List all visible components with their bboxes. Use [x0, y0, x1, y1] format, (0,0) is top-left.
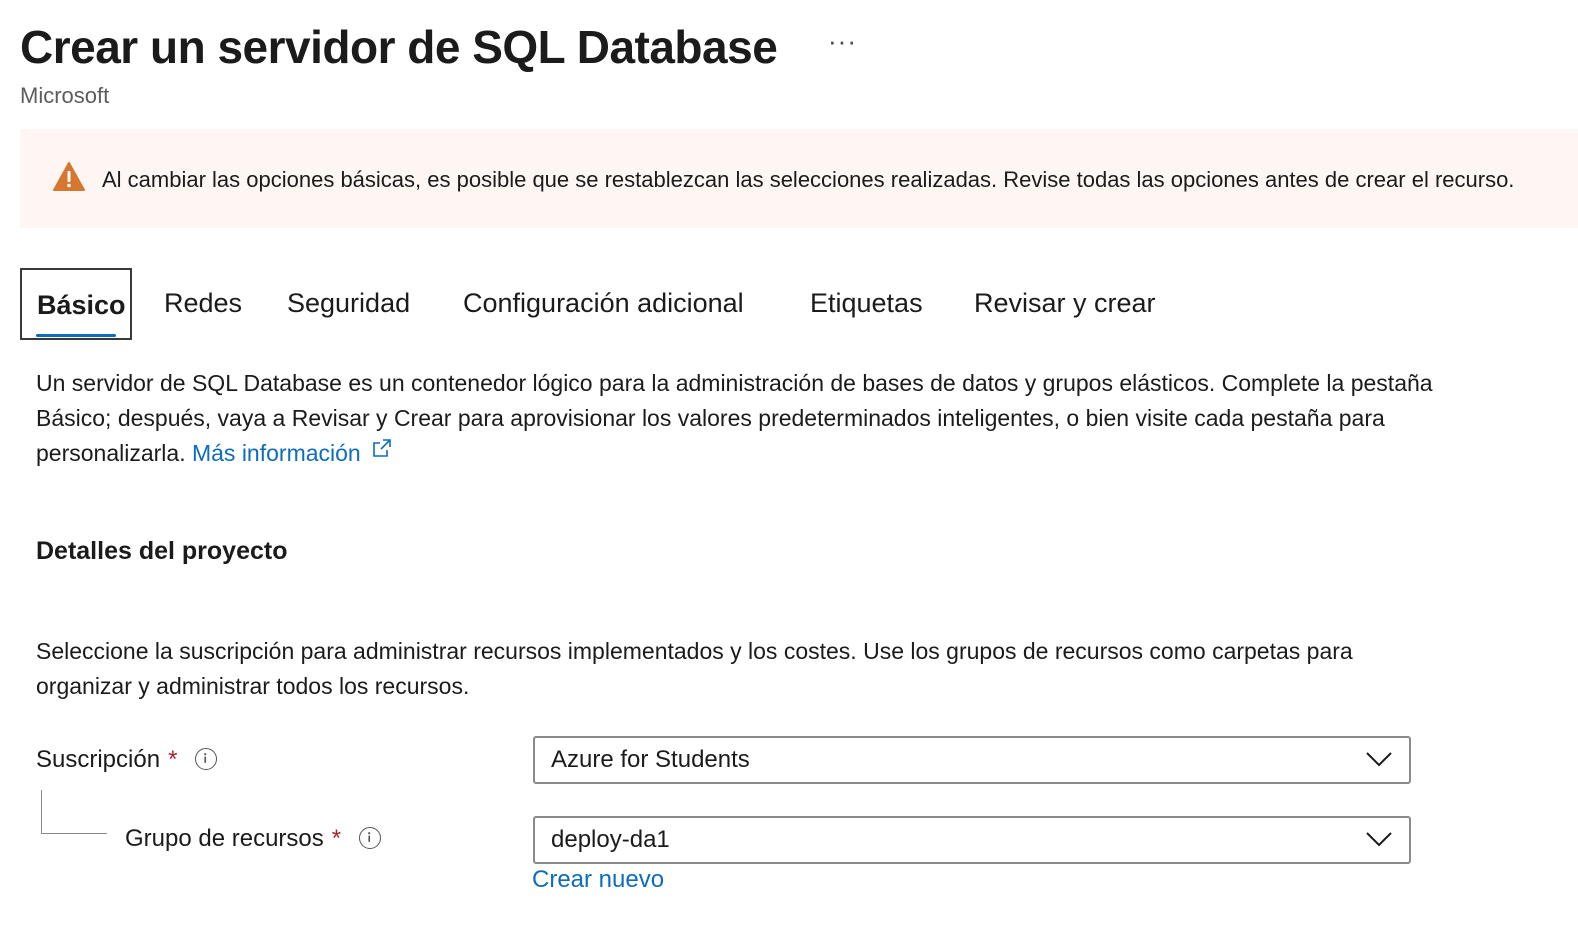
tab-etiquetas[interactable]: Etiquetas: [795, 268, 945, 340]
more-info-link[interactable]: Más información: [192, 439, 393, 466]
warning-icon: [52, 161, 86, 192]
resource-group-select-value: deploy-da1: [551, 826, 670, 853]
tab-configuracion-adicional[interactable]: Configuración adicional: [448, 268, 778, 340]
section-description: Seleccione la suscripción para administr…: [36, 638, 1353, 699]
more-info-link-label[interactable]: Más información: [192, 440, 361, 466]
page-title: Crear un servidor de SQL Database: [20, 21, 778, 73]
more-options-button[interactable]: ···: [828, 26, 857, 57]
resource-group-select[interactable]: deploy-da1: [533, 816, 1411, 864]
tab-redes[interactable]: Redes: [150, 268, 250, 340]
chevron-down-icon: [1365, 830, 1393, 848]
subscription-label-row: Suscripción *: [36, 746, 218, 774]
subscription-label: Suscripción: [36, 746, 161, 773]
resource-group-label: Grupo de recursos: [125, 825, 324, 852]
subscription-select[interactable]: Azure for Students: [533, 736, 1411, 784]
tab-basico[interactable]: Básico: [20, 268, 132, 340]
tab-revisar-y-crear[interactable]: Revisar y crear: [959, 268, 1169, 340]
warning-banner: Al cambiar las opciones básicas, es posi…: [20, 129, 1578, 228]
external-link-icon: [371, 434, 393, 469]
create-new-resource-group-link[interactable]: Crear nuevo: [532, 866, 664, 894]
active-tab-indicator: [36, 334, 116, 337]
info-icon[interactable]: [195, 747, 218, 770]
tab-label: Etiquetas: [810, 288, 923, 318]
page-subtitle: Microsoft: [20, 83, 110, 108]
tab-label: Configuración adicional: [463, 288, 744, 318]
resource-group-label-row: Grupo de recursos *: [125, 825, 382, 853]
subscription-select-value: Azure for Students: [551, 746, 750, 773]
required-marker: *: [331, 825, 342, 852]
tab-label: Redes: [164, 288, 243, 318]
section-title: Detalles del proyecto: [36, 537, 288, 565]
warning-banner-text: Al cambiar las opciones básicas, es posi…: [102, 167, 1515, 192]
tab-label: Revisar y crear: [974, 288, 1156, 318]
intro-paragraph: Un servidor de SQL Database es un conten…: [36, 366, 1436, 472]
info-icon[interactable]: [359, 826, 382, 849]
required-marker: *: [168, 746, 178, 773]
chevron-down-icon: [1365, 750, 1393, 768]
tree-connector: [41, 790, 107, 834]
tab-label: Básico: [37, 290, 126, 320]
tab-label: Seguridad: [287, 288, 411, 318]
tab-seguridad[interactable]: Seguridad: [272, 268, 432, 340]
